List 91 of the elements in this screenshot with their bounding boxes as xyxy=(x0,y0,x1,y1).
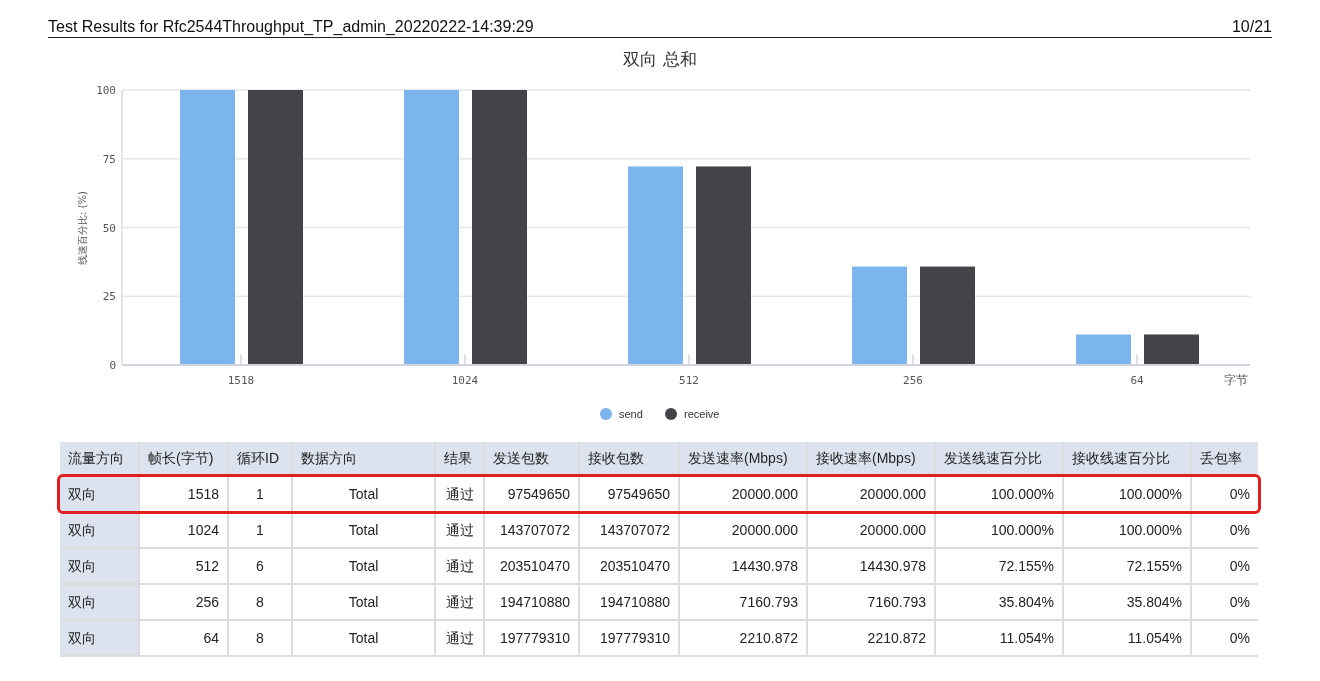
table-cell: 20000.000 xyxy=(680,513,806,547)
table-cell: 双向 xyxy=(60,585,138,619)
table-cell: 0% xyxy=(1192,621,1258,655)
y-tick-label: 0 xyxy=(109,359,116,372)
table-cell: Total xyxy=(293,549,434,583)
table-cell: 35.804% xyxy=(936,585,1062,619)
table-cell: 64 xyxy=(140,621,227,655)
table-cell: Total xyxy=(293,477,434,511)
column-header: 帧长(字节) xyxy=(140,442,227,475)
table-cell: 1 xyxy=(229,477,291,511)
column-header: 接收速率(Mbps) xyxy=(808,442,934,475)
table-cell: 97549650 xyxy=(580,477,678,511)
table-cell: 35.804% xyxy=(1064,585,1190,619)
table-cell: 通过 xyxy=(436,477,483,511)
table-cell: 100.000% xyxy=(1064,513,1190,547)
table-cell: 194710880 xyxy=(485,585,578,619)
table-cell: 11.054% xyxy=(1064,621,1190,655)
table-cell: 100.000% xyxy=(936,477,1062,511)
x-tick-label: 1024 xyxy=(451,374,479,387)
column-header: 发送速率(Mbps) xyxy=(680,442,806,475)
table-cell: 双向 xyxy=(60,513,138,547)
table-cell: 197779310 xyxy=(485,621,578,655)
legend-label: receive xyxy=(684,408,720,420)
table-cell: 2210.872 xyxy=(808,621,934,655)
table-cell: Total xyxy=(293,513,434,547)
table-cell: 7160.793 xyxy=(680,585,806,619)
y-tick-label: 75 xyxy=(102,152,116,166)
column-header: 发送线速百分比 xyxy=(936,442,1062,475)
column-header: 丢包率 xyxy=(1192,442,1258,475)
table-cell: 20000.000 xyxy=(680,477,806,511)
table-cell: 双向 xyxy=(60,621,138,655)
table-cell: 256 xyxy=(140,585,227,619)
table-cell: 8 xyxy=(229,585,291,619)
table-cell: 2210.872 xyxy=(680,621,806,655)
x-tick-label: 64 xyxy=(1130,374,1144,387)
table-cell: 20000.000 xyxy=(808,513,934,547)
table-cell: 11.054% xyxy=(936,621,1062,655)
x-tick-label: 1518 xyxy=(227,374,255,387)
table-cell: Total xyxy=(293,585,434,619)
table-cell: 14430.978 xyxy=(680,549,806,583)
table-cell: 97549650 xyxy=(485,477,578,511)
y-axis-title: 线速百分比: (%) xyxy=(77,191,88,265)
column-header: 发送包数 xyxy=(485,442,578,475)
column-header: 结果 xyxy=(436,442,483,475)
y-tick-label: 50 xyxy=(102,221,116,235)
table-cell: 8 xyxy=(229,621,291,655)
y-tick-label: 25 xyxy=(102,290,116,304)
table-cell: 72.155% xyxy=(936,549,1062,583)
table-cell: 0% xyxy=(1192,549,1258,583)
chart-title: 双向 总和 xyxy=(623,49,697,69)
table-cell: 197779310 xyxy=(580,621,678,655)
table-cell: 7160.793 xyxy=(808,585,934,619)
table-cell: 通过 xyxy=(436,585,483,619)
table-cell: 0% xyxy=(1192,477,1258,511)
table-cell: 512 xyxy=(140,549,227,583)
table-cell: 143707072 xyxy=(485,513,578,547)
column-header: 流量方向 xyxy=(60,442,138,475)
table-cell: 通过 xyxy=(436,549,483,583)
table-cell: 1518 xyxy=(140,477,227,511)
table-cell: 143707072 xyxy=(580,513,678,547)
table-cell: 203510470 xyxy=(580,549,678,583)
table-cell: 双向 xyxy=(60,477,138,511)
table-cell: 0% xyxy=(1192,585,1258,619)
bar xyxy=(1076,334,1131,365)
column-header: 接收线速百分比 xyxy=(1064,442,1190,475)
y-tick-label: 100 xyxy=(96,84,116,97)
table-cell: 72.155% xyxy=(1064,549,1190,583)
table-cell: 通过 xyxy=(436,513,483,547)
column-header: 循环ID xyxy=(229,442,291,475)
x-axis-title: 字节 xyxy=(1224,373,1248,387)
table-cell: 203510470 xyxy=(485,549,578,583)
table-cell: 14430.978 xyxy=(808,549,934,583)
x-tick-label: 512 xyxy=(679,374,699,387)
column-header: 接收包数 xyxy=(580,442,678,475)
table-cell: 1024 xyxy=(140,513,227,547)
table-cell: 100.000% xyxy=(1064,477,1190,511)
legend-label: send xyxy=(619,408,643,420)
table-cell: 100.000% xyxy=(936,513,1062,547)
report-title: Test Results for Rfc2544Throughput_TP_admin_20220222-14:39:29 xyxy=(48,18,534,36)
page-number: 10/21 xyxy=(1231,18,1272,36)
table-cell: 0% xyxy=(1192,513,1258,547)
table-cell: 双向 xyxy=(60,549,138,583)
table-cell: 1 xyxy=(229,513,291,547)
table-cell: 6 xyxy=(229,549,291,583)
table-cell: 194710880 xyxy=(580,585,678,619)
column-header: 数据方向 xyxy=(293,442,434,475)
table-cell: 20000.000 xyxy=(808,477,934,511)
x-tick-label: 256 xyxy=(903,374,923,387)
table-cell: Total xyxy=(293,621,434,655)
table-cell: 通过 xyxy=(436,621,483,655)
bar xyxy=(1144,334,1199,365)
